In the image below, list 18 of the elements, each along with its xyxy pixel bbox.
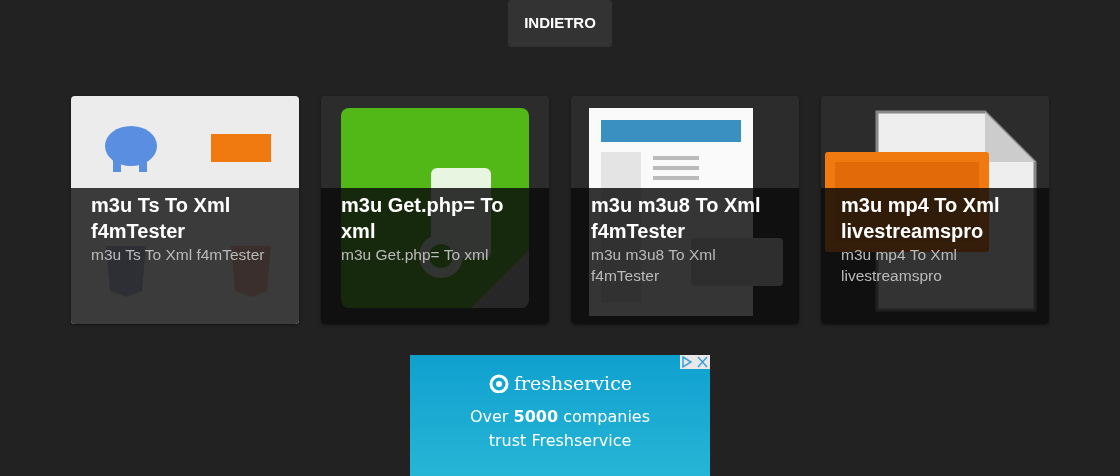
card-title: m3u m3u8 To Xml f4mTester [591, 192, 762, 244]
card[interactable]: m3u Get.php= To xml m3u Get.php= To xml [321, 95, 549, 324]
card-description: m3u Get.php= To xml [341, 244, 490, 265]
back-button[interactable]: INDIETRO [508, 0, 612, 47]
card[interactable]: m3u m3u8 To Xml f4mTester m3u m3u8 To Xml f4mTester [571, 95, 799, 324]
ad-headline: Over 5000 companies [468, 406, 652, 428]
card-title: m3u Get.php= To xml [341, 192, 505, 244]
card-title: m3u Ts To Xml f4mTester [91, 192, 232, 244]
ad-tagline: trust Freshservice [487, 430, 633, 452]
card[interactable]: m3u Ts To Xml f4mTester m3u Ts To Xml f4mTester [71, 95, 299, 324]
card-description: m3u m3u8 To Xml f4mTester [591, 244, 717, 286]
card-description: m3u mp4 To Xml livestreamspro [841, 244, 958, 286]
brand-name: freshservice [513, 370, 633, 396]
ad-choices-icon[interactable] [680, 354, 710, 369]
card-title: m3u mp4 To Xml livestreamspro [841, 192, 1001, 244]
logo-icon [487, 372, 510, 393]
card[interactable]: m3u mp4 To Xml livestreamspro m3u mp4 To Xml livestreamspro [821, 95, 1049, 324]
card-description: m3u Ts To Xml f4mTester [91, 244, 266, 265]
